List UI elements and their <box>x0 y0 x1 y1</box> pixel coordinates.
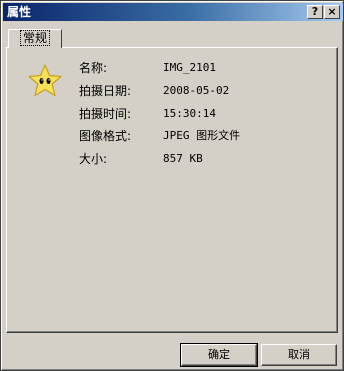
property-row-date: 拍摄日期: 2008-05-02 <box>79 83 329 99</box>
tab-general[interactable]: 常规 <box>8 29 62 48</box>
property-value: JPEG 图形文件 <box>163 129 241 142</box>
property-row-name: 名称: IMG_2101 <box>79 60 329 76</box>
tab-general-label: 常规 <box>19 30 51 46</box>
smiley-star-icon <box>28 64 62 97</box>
property-value: 857 KB <box>163 152 203 165</box>
property-value: 2008-05-02 <box>163 84 230 97</box>
property-row-format: 图像格式: JPEG 图形文件 <box>79 128 329 144</box>
property-row-time: 拍摄时间: 15:30:14 <box>79 106 329 122</box>
property-label: 大小: <box>79 152 108 166</box>
help-button[interactable]: ? <box>307 5 323 19</box>
property-row-size: 大小: 857 KB <box>79 151 329 167</box>
close-button[interactable]: × <box>324 5 340 19</box>
ok-button[interactable]: 确定 <box>180 343 258 367</box>
property-value: 15:30:14 <box>163 107 216 120</box>
general-panel: 名称: IMG_2101 拍摄日期: 2008-05-02 拍摄时间: 15:3… <box>6 47 338 333</box>
property-value: IMG_2101 <box>163 61 216 74</box>
cancel-button[interactable]: 取消 <box>261 344 337 366</box>
title-bar[interactable]: 属性 ? × <box>3 3 343 21</box>
properties-dialog: 属性 ? × 常规 名称: IMG_2101 拍摄日期: 2008-05-02 … <box>0 0 344 371</box>
dialog-title: 属性 <box>7 5 32 19</box>
property-label: 图像格式: <box>79 129 132 143</box>
property-label: 名称: <box>79 61 108 75</box>
property-label: 拍摄时间: <box>79 107 132 121</box>
property-label: 拍摄日期: <box>79 84 132 98</box>
